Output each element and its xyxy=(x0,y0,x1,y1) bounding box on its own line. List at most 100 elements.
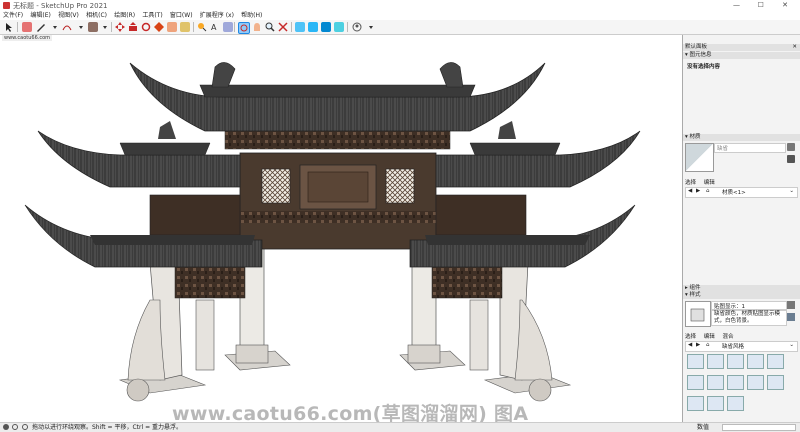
styles-dropdown[interactable]: 缺省风格 xyxy=(722,342,744,350)
lower-bracket-band xyxy=(240,211,436,223)
create-material-icon[interactable] xyxy=(787,143,795,151)
menu-tools[interactable]: 工具(T) xyxy=(142,11,162,20)
tray-title-bar: 默认面板 ✕ xyxy=(683,44,800,51)
menu-camera[interactable]: 相机(C) xyxy=(86,11,107,20)
update-style-icon[interactable] xyxy=(787,313,795,321)
style-thumb-icon[interactable] xyxy=(767,354,784,369)
chevron-down-icon[interactable]: ⌄ xyxy=(789,188,794,194)
tab-styles-select[interactable]: 选择 xyxy=(685,334,696,340)
style-name-field[interactable]: 贴图显示：1 xyxy=(711,301,787,310)
share-model-icon[interactable] xyxy=(308,22,318,32)
measurements-input[interactable] xyxy=(722,424,796,431)
tab-materials-edit[interactable]: 编辑 xyxy=(704,180,715,186)
style-description[interactable]: 缺省颜色，材质贴图显示模式，白色背景。 xyxy=(711,310,787,326)
menu-file[interactable]: 文件(F) xyxy=(3,11,23,20)
create-style-icon[interactable] xyxy=(787,301,795,309)
zoom-tool-icon[interactable] xyxy=(265,22,275,32)
paint-bucket-tool-icon[interactable] xyxy=(223,22,233,32)
info-icon[interactable] xyxy=(3,424,9,430)
eraser-tool-icon[interactable] xyxy=(22,22,32,32)
back-arrow-icon[interactable]: ◀ xyxy=(688,188,692,194)
style-thumb-icon[interactable] xyxy=(707,375,724,390)
geo-location-icon[interactable] xyxy=(12,424,18,430)
components-header[interactable]: ▸ 组件 xyxy=(683,285,800,292)
style-thumbnail[interactable] xyxy=(685,301,711,327)
window-title: 无标题 - SketchUp Pro 2021 xyxy=(13,2,108,10)
dropdown-arrow-icon[interactable] xyxy=(76,22,86,32)
left-side-frame xyxy=(149,194,241,236)
3d-warehouse-icon[interactable] xyxy=(295,22,305,32)
menu-window[interactable]: 窗口(W) xyxy=(170,11,193,20)
chevron-down-icon[interactable]: ⌄ xyxy=(789,342,794,348)
arc-tool-icon[interactable] xyxy=(62,22,72,32)
text-tool-icon[interactable]: A xyxy=(210,22,220,32)
right-pillar-plinth xyxy=(407,344,441,364)
style-thumb-icon[interactable] xyxy=(687,396,704,411)
scale-tool-icon[interactable] xyxy=(167,22,177,32)
sample-paint-icon[interactable] xyxy=(787,155,795,163)
close-button[interactable]: ✕ xyxy=(774,0,796,11)
style-thumb-icon[interactable] xyxy=(727,396,744,411)
pan-tool-icon[interactable] xyxy=(252,22,262,32)
move-tool-icon[interactable] xyxy=(115,22,125,32)
toolbar-divider xyxy=(193,22,194,32)
right-middle-finial xyxy=(498,121,516,139)
style-thumb-icon[interactable] xyxy=(727,354,744,369)
layout-icon[interactable] xyxy=(334,22,344,32)
menu-help[interactable]: 帮助(H) xyxy=(241,11,262,20)
dropdown-arrow-icon[interactable] xyxy=(100,22,110,32)
tab-styles-mix[interactable]: 混合 xyxy=(723,334,734,340)
right-lower-eave xyxy=(425,235,590,245)
dropdown-arrow-icon[interactable] xyxy=(50,22,60,32)
entity-info-header[interactable]: ▾ 图元信息 xyxy=(683,52,800,59)
style-thumb-icon[interactable] xyxy=(707,354,724,369)
zoom-extents-tool-icon[interactable] xyxy=(278,22,288,32)
forward-arrow-icon[interactable]: ▶ xyxy=(696,342,700,348)
menu-extensions[interactable]: 扩展程序 (x) xyxy=(200,11,234,20)
style-thumb-icon[interactable] xyxy=(767,375,784,390)
account-icon[interactable] xyxy=(352,22,362,32)
material-name-field[interactable]: 缺省 xyxy=(714,143,786,153)
menu-edit[interactable]: 编辑(E) xyxy=(30,11,50,20)
rotate-tool-icon[interactable] xyxy=(141,22,151,32)
maximize-button[interactable]: ☐ xyxy=(750,0,772,11)
back-arrow-icon[interactable]: ◀ xyxy=(688,342,692,348)
offset-tool-icon[interactable] xyxy=(154,22,164,32)
model-viewport[interactable]: www.caotu66.com www.caotu66.com(草图溜溜网) 图… xyxy=(0,35,683,422)
style-thumb-icon[interactable] xyxy=(687,375,704,390)
left-stone-lion xyxy=(126,378,150,402)
tray-close-icon[interactable]: ✕ xyxy=(792,44,797,51)
menu-draw[interactable]: 绘图(R) xyxy=(114,11,135,20)
style-thumb-icon[interactable] xyxy=(727,375,744,390)
forward-arrow-icon[interactable]: ▶ xyxy=(696,188,700,194)
watermark-text: www.caotu66.com(草图溜溜网) 图A xyxy=(172,403,529,422)
materials-header[interactable]: ▾ 材质 xyxy=(683,134,800,141)
style-thumb-icon[interactable] xyxy=(747,375,764,390)
pencil-tool-icon[interactable] xyxy=(36,22,46,32)
styles-nav-bar: ◀ ▶ ⌂ 缺省风格 ⌄ xyxy=(685,341,798,352)
follow-me-tool-icon[interactable] xyxy=(180,22,190,32)
tape-measure-tool-icon[interactable] xyxy=(197,22,207,32)
style-thumb-icon[interactable] xyxy=(687,354,704,369)
shape-tool-icon[interactable] xyxy=(88,22,98,32)
style-thumb-icon[interactable] xyxy=(707,396,724,411)
home-icon[interactable]: ⌂ xyxy=(706,188,710,194)
materials-nav-bar: ◀ ▶ ⌂ 材质<1> ⌄ xyxy=(685,187,798,198)
push-pull-tool-icon[interactable] xyxy=(128,22,138,32)
home-icon[interactable]: ⌂ xyxy=(706,342,710,348)
extension-warehouse-icon[interactable] xyxy=(321,22,331,32)
menu-view[interactable]: 视图(V) xyxy=(58,11,79,20)
credits-icon[interactable] xyxy=(22,424,28,430)
materials-dropdown[interactable]: 材质<1> xyxy=(722,188,746,196)
dropdown-arrow-icon[interactable] xyxy=(366,22,376,32)
minimize-button[interactable]: — xyxy=(726,0,748,11)
material-swatch[interactable] xyxy=(685,143,714,172)
orbit-tool-icon[interactable] xyxy=(238,22,250,34)
tab-materials-select[interactable]: 选择 xyxy=(685,180,696,186)
styles-header[interactable]: ▾ 样式 xyxy=(683,292,800,299)
style-thumb-icon[interactable] xyxy=(747,354,764,369)
components-title: 组件 xyxy=(689,285,701,291)
select-tool-icon[interactable] xyxy=(4,22,14,32)
tab-styles-edit[interactable]: 编辑 xyxy=(704,334,715,340)
plaque-inner-panel xyxy=(307,171,369,203)
